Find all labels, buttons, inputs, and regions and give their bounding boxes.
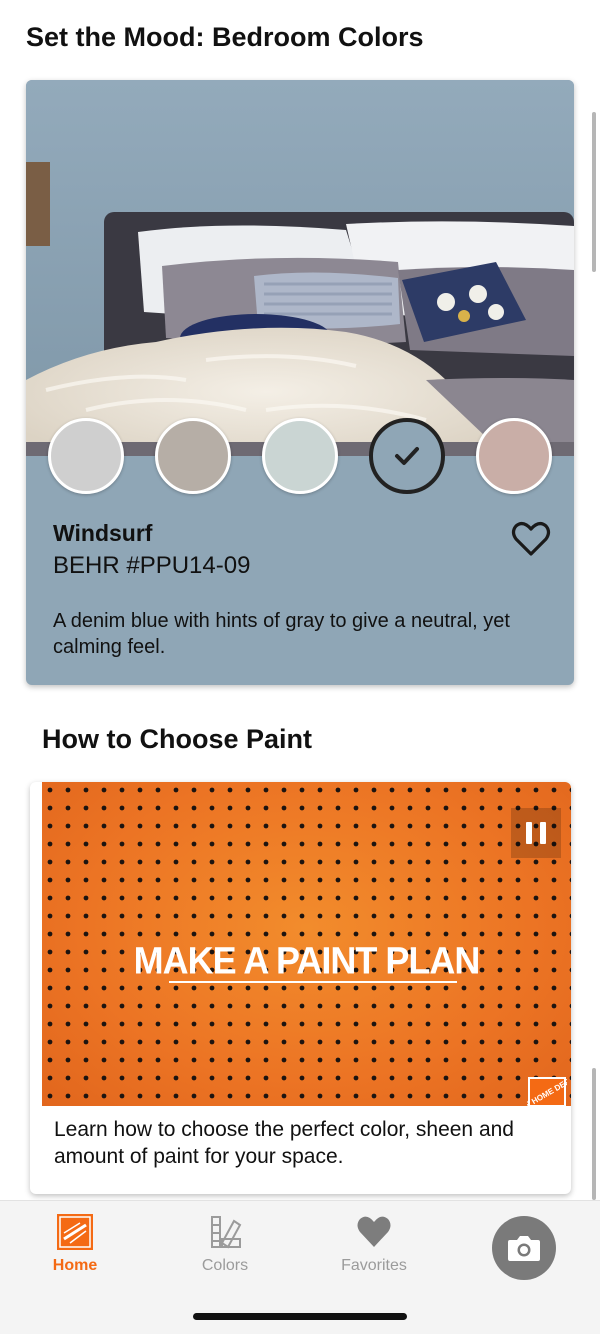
tab-favorites-label: Favorites [341, 1257, 407, 1274]
scrollbar-bottom[interactable] [592, 1068, 596, 1200]
home-depot-logo-icon: THE HOME DEPOT [527, 1076, 567, 1106]
video-title-underline [169, 981, 457, 983]
pause-bar-left [526, 822, 532, 844]
swatch-5[interactable] [476, 418, 552, 494]
tab-home[interactable]: Home [20, 1213, 130, 1275]
video-description: Learn how to choose the perfect color, s… [54, 1118, 514, 1168]
mood-section-title: Set the Mood: Bedroom Colors [26, 22, 424, 52]
tab-colors[interactable]: Colors [170, 1213, 280, 1275]
home-depot-logo-icon [57, 1214, 93, 1250]
favorite-heart-icon[interactable] [510, 518, 552, 560]
color-name: Windsurf [53, 520, 153, 546]
swatch-2[interactable] [155, 418, 231, 494]
swatch-1[interactable] [48, 418, 124, 494]
color-code: BEHR #PPU14-09 [53, 552, 251, 579]
tab-colors-label: Colors [201, 1257, 249, 1274]
tab-favorites[interactable]: Favorites [319, 1213, 429, 1275]
home-indicator[interactable] [193, 1313, 407, 1320]
howto-section-title: How to Choose Paint [42, 724, 312, 754]
camera-button[interactable] [492, 1216, 556, 1280]
camera-icon [508, 1236, 540, 1261]
checkmark-icon [395, 447, 419, 465]
video-card[interactable]: MAKE A PAINT PLAN THE HOME DEPOT Learn h… [30, 782, 571, 1194]
bedroom-photo [26, 80, 574, 456]
color-description: A denim blue with hints of gray to give … [53, 610, 510, 658]
heart-icon [357, 1216, 391, 1247]
swatch-3[interactable] [262, 418, 338, 494]
pause-button[interactable] [511, 808, 561, 858]
color-chips-icon [211, 1216, 242, 1249]
tab-home-label: Home [52, 1257, 98, 1274]
scrollbar-top[interactable] [592, 112, 596, 272]
swatch-selected[interactable] [369, 418, 445, 494]
mood-card: Windsurf BEHR #PPU14-09 A denim blue wit… [26, 80, 574, 685]
video-title: MAKE A PAINT PLAN [133, 938, 481, 982]
pause-bar-right [540, 822, 546, 844]
video-player[interactable]: MAKE A PAINT PLAN THE HOME DEPOT [42, 782, 571, 1106]
